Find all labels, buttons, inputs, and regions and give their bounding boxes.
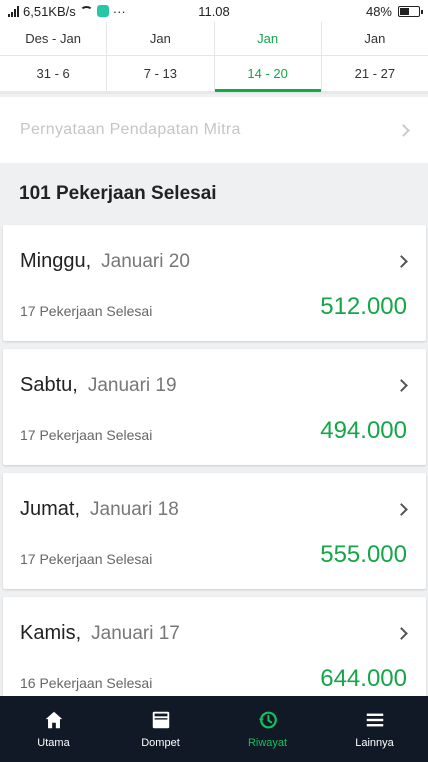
day-earnings: 555.000 xyxy=(320,541,407,568)
signal-icon xyxy=(8,5,19,17)
week-range: 31 - 6 xyxy=(36,66,70,81)
nav-history[interactable]: Riwayat xyxy=(214,696,321,762)
day-jobs-count: 17 Pekerjaan Selesai xyxy=(20,427,153,443)
wifi-icon xyxy=(79,6,93,16)
completed-jobs-heading: 101 Pekerjaan Selesai xyxy=(19,183,217,204)
week-month: Jan xyxy=(107,22,214,56)
day-card[interactable]: Sabtu, Januari 19 17 Pekerjaan Selesai 4… xyxy=(3,349,426,465)
day-date: Januari 18 xyxy=(90,498,179,520)
day-jobs-count: 17 Pekerjaan Selesai xyxy=(20,551,153,567)
day-name: Jumat, xyxy=(20,498,81,520)
day-jobs-count: 17 Pekerjaan Selesai xyxy=(20,303,153,319)
day-card[interactable]: Minggu, Januari 20 17 Pekerjaan Selesai … xyxy=(3,225,426,341)
menu-icon xyxy=(366,713,383,727)
day-name: Kamis, xyxy=(20,622,82,644)
nav-more[interactable]: Lainnya xyxy=(321,696,428,762)
day-date: Januari 17 xyxy=(91,622,180,644)
week-selector: Des - Jan 31 - 6 Jan 7 - 13 Jan 14 - 20 … xyxy=(0,22,428,94)
network-speed: 6,51KB/s xyxy=(23,3,76,19)
week-tab[interactable]: Des - Jan 31 - 6 xyxy=(0,22,108,91)
chevron-right-icon xyxy=(395,255,408,268)
day-jobs-count: 16 Pekerjaan Selesai xyxy=(20,675,153,691)
day-name: Minggu, xyxy=(20,250,92,272)
week-tab[interactable]: Jan 21 - 27 xyxy=(321,22,428,91)
status-bar: 6,51KB/s ··· 11.08 48% xyxy=(0,0,428,22)
daily-list: Minggu, Januari 20 17 Pekerjaan Selesai … xyxy=(3,225,426,721)
nav-wallet[interactable]: Dompet xyxy=(107,696,214,762)
home-icon xyxy=(45,711,62,729)
income-statement-label: Pernyataan Pendapatan Mitra xyxy=(20,121,241,138)
battery-icon xyxy=(398,5,423,17)
app-notification-icon xyxy=(96,5,109,17)
day-name: Sabtu, xyxy=(20,374,78,396)
nav-label: Lainnya xyxy=(355,737,394,749)
history-icon xyxy=(258,711,277,729)
wallet-icon xyxy=(152,711,169,729)
bottom-navigation: Utama Dompet Riwayat Lainnya xyxy=(0,696,428,762)
day-earnings: 644.000 xyxy=(320,665,407,692)
chevron-right-icon xyxy=(395,627,408,640)
day-date: Januari 19 xyxy=(87,374,177,396)
income-statement-link[interactable]: Pernyataan Pendapatan Mitra xyxy=(0,97,428,163)
battery-percent: 48% xyxy=(365,3,392,19)
day-date: Januari 20 xyxy=(101,250,190,272)
nav-label: Riwayat xyxy=(247,737,288,749)
day-earnings: 512.000 xyxy=(320,293,407,320)
more-indicator: ··· xyxy=(112,3,126,19)
day-earnings: 494.000 xyxy=(320,417,407,444)
nav-home[interactable]: Utama xyxy=(0,696,107,762)
week-range: 21 - 27 xyxy=(354,66,396,81)
week-month: Jan xyxy=(214,22,321,56)
week-tab[interactable]: Jan 7 - 13 xyxy=(107,22,215,91)
week-range: 14 - 20 xyxy=(247,66,288,81)
week-month: Jan xyxy=(321,22,428,56)
chevron-right-icon xyxy=(397,123,410,137)
day-card[interactable]: Jumat, Januari 18 17 Pekerjaan Selesai 5… xyxy=(3,473,426,589)
chevron-right-icon xyxy=(395,503,408,516)
chevron-right-icon xyxy=(395,379,408,392)
nav-label: Utama xyxy=(37,737,70,749)
week-range: 7 - 13 xyxy=(143,66,177,81)
nav-label: Dompet xyxy=(141,737,180,749)
week-month: Des - Jan xyxy=(0,22,107,56)
week-tab-active[interactable]: Jan 14 - 20 xyxy=(214,22,322,92)
